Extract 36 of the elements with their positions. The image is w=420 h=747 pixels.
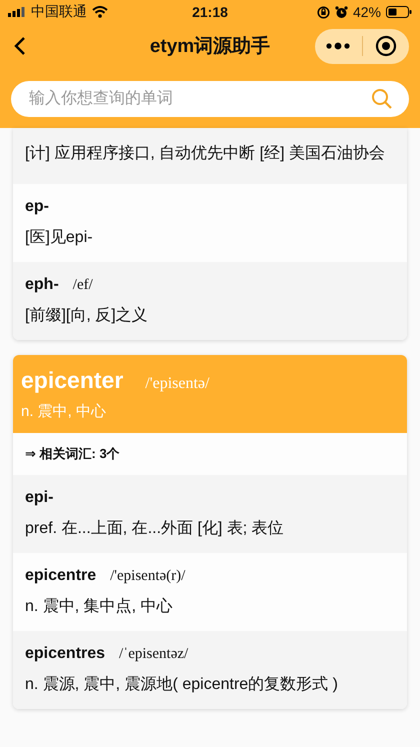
related-count: ⇒ 相关词汇: 3个 — [13, 433, 407, 475]
clock-time: 21:18 — [192, 4, 228, 20]
phonetic-text: /ef/ — [72, 277, 93, 294]
page-title: etym词源助手 — [148, 34, 272, 59]
word-row[interactable]: epi- pref. 在...上面, 在...外面 [化] 表; 表位 — [13, 475, 407, 553]
definition-text: n. 震中, 集中点, 中心 — [25, 596, 174, 617]
word-row[interactable]: epicentre /'episentə(r)/ n. 震中, 集中点, 中心 — [13, 553, 407, 631]
more-icon[interactable] — [325, 42, 352, 50]
definition-text: n. 震中, 中心 — [21, 402, 108, 421]
search-field[interactable]: 输入你想查询的单词 — [11, 81, 409, 117]
word-row[interactable]: [计] 应用程序接口, 自动优先中断 [经] 美国石油协会 — [13, 128, 407, 184]
definition-text: [医]见epi- — [25, 228, 94, 248]
word-row[interactable]: epicentres /ˈepisentəz/ n. 震源, 震中, 震源地( epicentre的复数形式 ) — [13, 631, 407, 709]
definition-text: [前缀][向, 反]之义 — [25, 306, 149, 326]
word-row[interactable]: eph- /ef/ [前缀][向, 反]之义 — [13, 262, 407, 340]
target-circle-icon[interactable] — [374, 35, 397, 57]
word-text: epi- — [25, 489, 54, 507]
definition-text: [计] 应用程序接口, 自动优先中断 [经] 美国石油协会 — [25, 144, 386, 164]
phonetic-text: /'episentə(r)/ — [110, 568, 186, 585]
rotation-lock-icon — [316, 6, 330, 18]
word-text: epicentre — [25, 567, 96, 585]
signal-icon — [8, 7, 26, 17]
word-text: ep- — [25, 198, 49, 216]
wifi-icon — [92, 6, 108, 18]
word-text: epicentres — [25, 645, 106, 663]
headword-text: epicenter — [21, 367, 124, 394]
word-text: eph- — [25, 276, 59, 294]
alarm-icon — [334, 6, 348, 18]
word-row[interactable]: ep- [医]见epi- — [13, 184, 407, 262]
phonetic-text: /'episentə/ — [145, 375, 210, 393]
definition-text: pref. 在...上面, 在...外面 [化] 表; 表位 — [25, 518, 285, 539]
carrier-name: 中国联通 — [31, 3, 87, 21]
battery-percent: 42% — [352, 4, 381, 20]
phonetic-text: /ˈepisentəz/ — [119, 646, 188, 663]
definition-text: n. 震源, 震中, 震源地( epicentre的复数形式 ) — [25, 674, 339, 695]
battery-icon — [386, 6, 412, 18]
